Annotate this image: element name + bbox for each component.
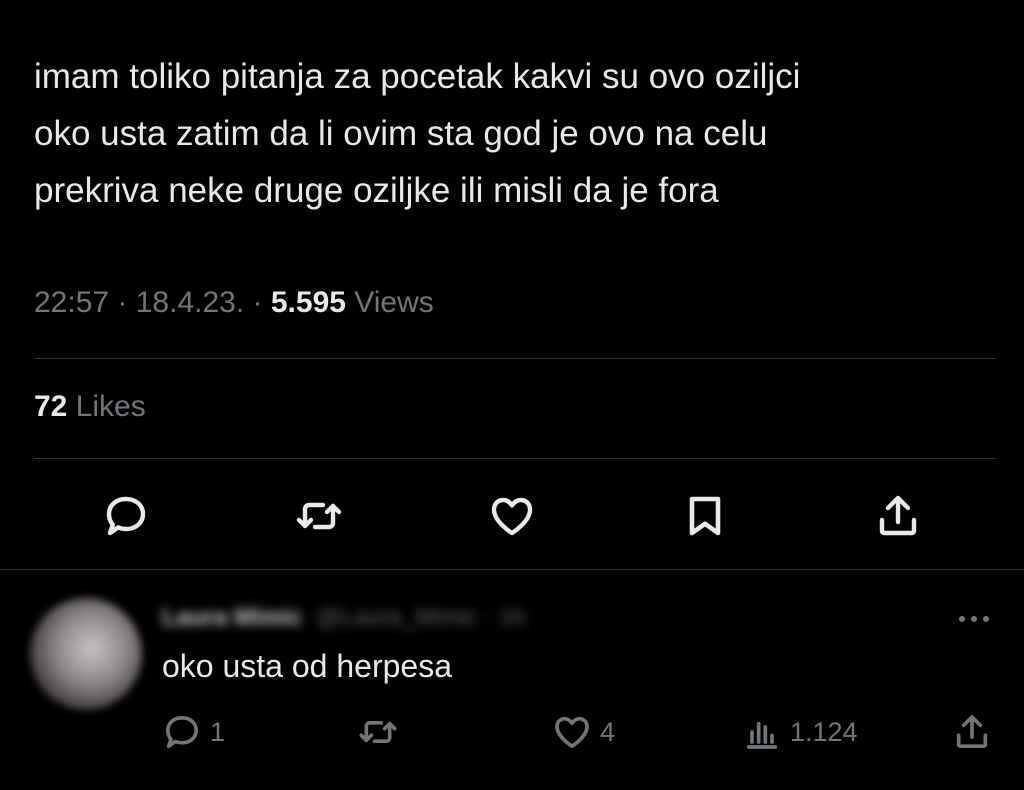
retweet-icon xyxy=(296,502,342,530)
reply-count: 1 xyxy=(210,716,226,747)
bookmark-button[interactable] xyxy=(680,491,730,541)
likes-count: 72 xyxy=(34,390,68,423)
views-count: 1.124 xyxy=(790,716,858,747)
tweet-text: imam toliko pitanja za pocetak kakvi su … xyxy=(34,48,984,219)
tweet-text-line: prekriva neke druge oziljke ili misli da… xyxy=(34,171,719,210)
like-icon xyxy=(555,716,589,748)
reply-icon xyxy=(166,716,199,748)
share-icon xyxy=(956,715,988,748)
reply-icon xyxy=(106,496,146,536)
retweet-icon xyxy=(359,721,397,743)
section-divider xyxy=(0,569,1024,570)
like-button[interactable] xyxy=(487,491,537,541)
divider xyxy=(34,358,996,359)
more-options-button[interactable] xyxy=(954,604,994,634)
reply-text: oko usta od herpesa xyxy=(162,648,452,684)
reply-author-handle[interactable]: @Laura_Mimic · 1h xyxy=(316,604,526,632)
likes-stat[interactable]: 72 Likes xyxy=(34,390,146,424)
reply-like-button[interactable]: 4 xyxy=(552,710,615,754)
tweet-text-line: imam toliko pitanja za pocetak kakvi su … xyxy=(34,57,801,96)
reply-button[interactable] xyxy=(101,491,151,541)
like-count: 4 xyxy=(600,716,616,747)
views-count: 5.595 xyxy=(270,286,346,319)
reply-views-button[interactable]: 1.124 xyxy=(742,710,858,754)
analytics-icon xyxy=(746,721,778,749)
share-icon xyxy=(879,495,917,536)
tweet-meta: 22:57 · 18.4.23. · 5.595 Views xyxy=(34,286,434,320)
bookmark-icon xyxy=(689,496,721,536)
views-label: Views xyxy=(345,286,434,319)
divider xyxy=(34,458,996,459)
meta-separator: · xyxy=(244,286,271,319)
likes-label: Likes xyxy=(67,390,146,423)
tweet-time[interactable]: 22:57 xyxy=(34,286,109,319)
reply-share-button[interactable] xyxy=(952,710,992,754)
tweet-date[interactable]: 18.4.23. xyxy=(136,286,244,319)
reply-header: Laura Mimic @Laura_Mimic · 1h xyxy=(162,602,526,634)
meta-separator: · xyxy=(109,286,136,319)
like-icon xyxy=(491,497,533,536)
reply-reply-button[interactable]: 1 xyxy=(162,710,225,754)
tweet-text-line: oko usta zatim da li ovim sta god je ovo… xyxy=(34,114,768,153)
retweet-button[interactable] xyxy=(294,491,344,541)
more-icon xyxy=(959,616,989,622)
avatar[interactable] xyxy=(30,598,142,710)
reply-author-name[interactable]: Laura Mimic xyxy=(162,604,302,632)
share-button[interactable] xyxy=(873,491,923,541)
reply-retweet-button[interactable] xyxy=(358,710,398,754)
